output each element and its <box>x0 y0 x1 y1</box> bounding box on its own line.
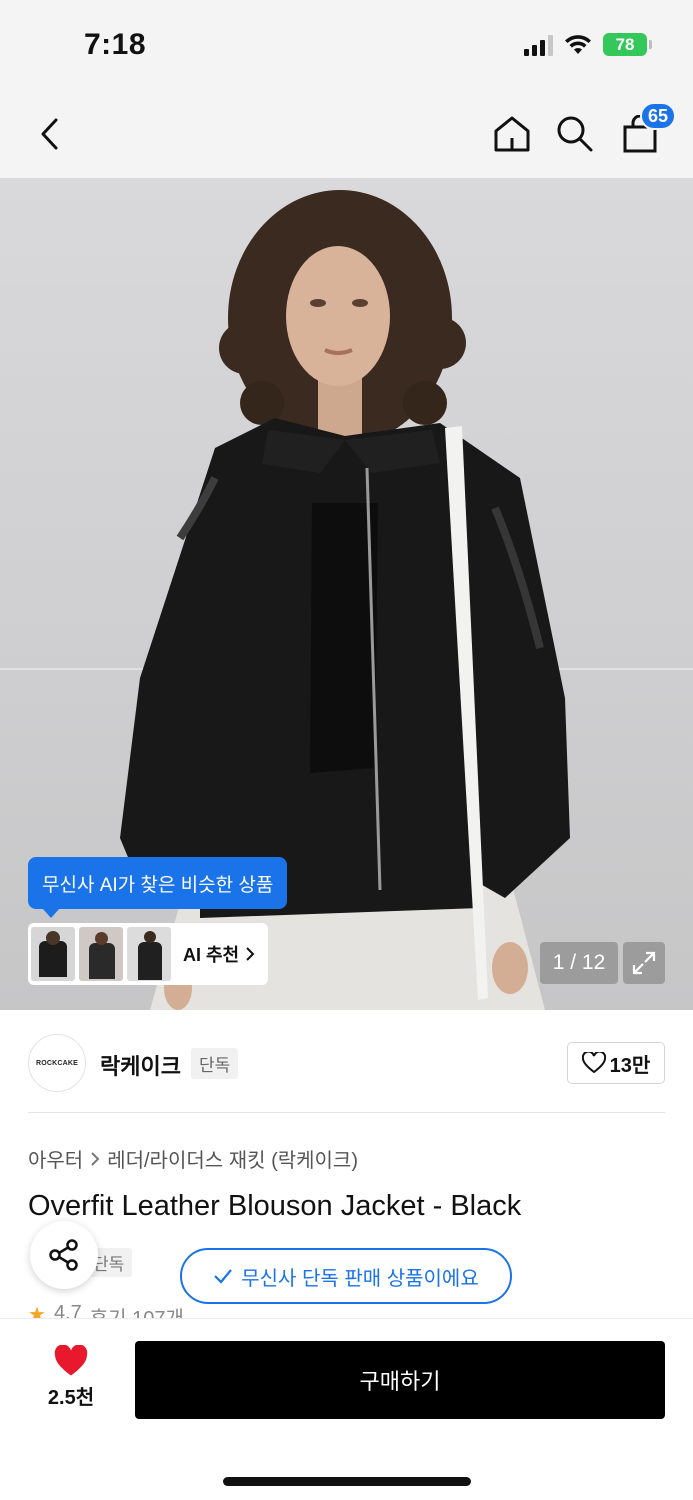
brand-like-button[interactable]: 13만 <box>567 1042 665 1084</box>
product-image[interactable]: 무신사 AI가 찾은 비슷한 상품 AI 추천 1 / 12 <box>0 178 693 1010</box>
cart-button[interactable]: 65 <box>614 102 676 160</box>
expand-image-button[interactable] <box>623 942 665 984</box>
battery-icon: 78 <box>603 33 652 56</box>
cellular-signal-icon <box>524 34 553 56</box>
divider <box>28 1112 665 1113</box>
brand-row[interactable]: ROCKCAKE 락케이크 단독 13만 <box>28 1034 665 1092</box>
product-title: Overfit Leather Blouson Jacket - Black <box>28 1190 522 1222</box>
exclusive-brand-tag: 단독 <box>191 1048 239 1079</box>
brand-like-count: 13만 <box>609 1054 651 1077</box>
ai-similar-tooltip[interactable]: 무신사 AI가 찾은 비슷한 상품 <box>28 857 288 918</box>
search-icon <box>557 116 593 152</box>
ai-thumbnail-2[interactable] <box>79 927 123 981</box>
share-button[interactable] <box>30 1221 98 1289</box>
wifi-icon <box>565 34 591 54</box>
exclusive-sale-text: 무신사 단독 판매 상품이에요 <box>241 1267 479 1290</box>
breadcrumb-item[interactable]: 레더/라이더스 재킷 (락케이크) <box>107 1144 358 1173</box>
chevron-left-icon <box>41 118 58 150</box>
brand-logo[interactable]: ROCKCAKE <box>28 1034 86 1092</box>
back-button[interactable] <box>24 108 76 160</box>
bottom-action-bar: 2.5천 구매하기 <box>0 1318 693 1500</box>
search-button[interactable] <box>549 108 601 160</box>
review-count: 후기 107개 <box>90 1302 184 1318</box>
brand-name[interactable]: 락케이크 <box>100 1049 181 1081</box>
home-icon <box>494 116 530 152</box>
status-bar: 7:18 78 <box>0 0 693 90</box>
nav-bar: 65 <box>0 90 693 178</box>
ai-recommend-panel[interactable]: AI 추천 <box>28 923 268 985</box>
battery-level: 78 <box>615 34 635 54</box>
expand-icon <box>632 951 656 975</box>
home-indicator <box>223 1477 471 1486</box>
home-button[interactable] <box>486 108 538 160</box>
status-time: 7:18 <box>84 28 147 61</box>
ai-thumbnail-1[interactable] <box>31 927 75 981</box>
heart-filled-icon <box>54 1345 88 1376</box>
ai-recommend-link[interactable]: AI 추천 <box>183 941 255 967</box>
star-icon: ★ <box>28 1304 46 1318</box>
buy-button[interactable]: 구매하기 <box>135 1341 665 1419</box>
check-icon <box>214 1269 233 1284</box>
ai-recommend-label: AI 추천 <box>183 945 240 965</box>
share-icon <box>49 1239 78 1271</box>
breadcrumb-item[interactable]: 아우터 <box>28 1144 83 1173</box>
wishlist-count: 2.5천 <box>47 1387 95 1409</box>
chevron-right-icon <box>246 947 255 961</box>
ai-thumbnail-3[interactable] <box>127 927 171 981</box>
cart-count-badge: 65 <box>639 102 676 130</box>
wishlist-button[interactable]: 2.5천 <box>36 1345 106 1410</box>
breadcrumb: 아우터 레더/라이더스 재킷 (락케이크) <box>28 1144 358 1173</box>
exclusive-sale-notice[interactable]: 무신사 단독 판매 상품이에요 <box>180 1248 512 1304</box>
rating-value: 4.7 <box>53 1302 82 1318</box>
rating-row[interactable]: ★ 4.7 후기 107개 <box>28 1302 184 1318</box>
chevron-right-icon <box>91 1151 100 1166</box>
status-icons: 78 <box>524 33 652 56</box>
heart-outline-icon <box>581 1052 606 1074</box>
image-page-indicator: 1 / 12 <box>540 942 618 984</box>
